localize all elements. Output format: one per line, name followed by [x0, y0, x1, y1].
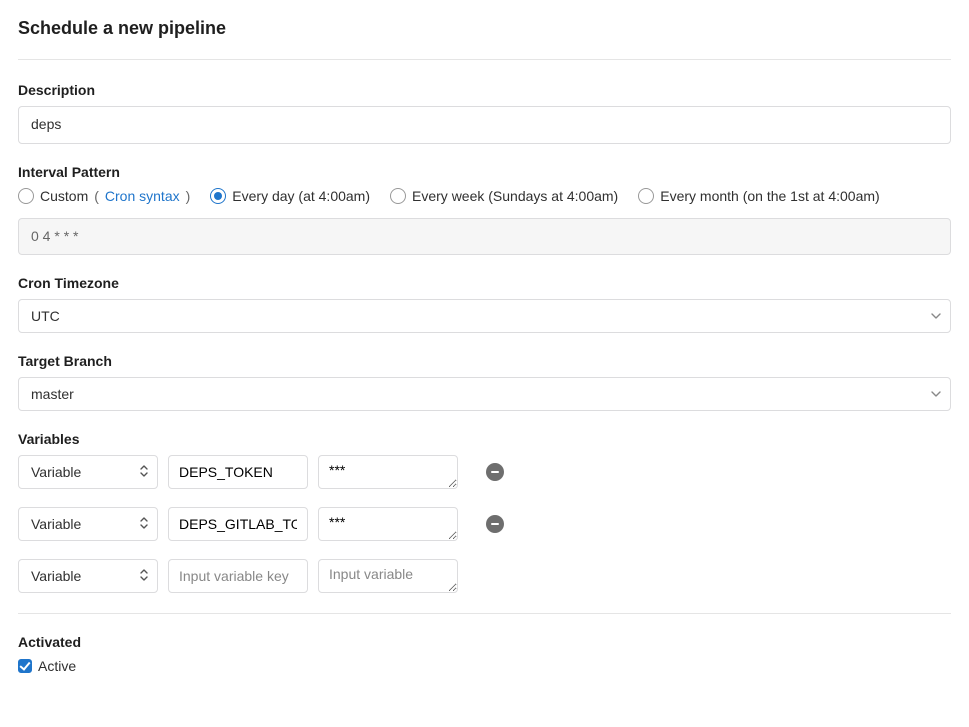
- variable-type-select[interactable]: Variable: [18, 455, 158, 489]
- target-branch-group: Target Branch master: [18, 353, 951, 411]
- interval-options: Custom ( Cron syntax ) Every day (at 4:00…: [18, 188, 951, 204]
- minus-icon: [490, 467, 500, 477]
- variable-key-input[interactable]: [168, 559, 308, 593]
- variable-value-input[interactable]: ***: [318, 455, 458, 489]
- radio-month[interactable]: [638, 188, 654, 204]
- remove-variable-button[interactable]: [486, 463, 504, 481]
- interval-month-label: Every month (on the 1st at 4:00am): [660, 188, 879, 204]
- description-group: Description: [18, 82, 951, 144]
- interval-option-week[interactable]: Every week (Sundays at 4:00am): [390, 188, 618, 204]
- interval-custom-label: Custom: [40, 188, 88, 204]
- paren-close: ): [186, 188, 191, 204]
- timezone-group: Cron Timezone UTC: [18, 275, 951, 333]
- target-branch-label: Target Branch: [18, 353, 951, 369]
- variable-row: Variable ***: [18, 507, 951, 541]
- remove-variable-button[interactable]: [486, 515, 504, 533]
- variable-row: Variable: [18, 559, 951, 593]
- radio-custom[interactable]: [18, 188, 34, 204]
- target-branch-select[interactable]: master: [18, 377, 951, 411]
- page-title: Schedule a new pipeline: [18, 18, 951, 39]
- variable-type-select[interactable]: Variable: [18, 559, 158, 593]
- active-checkbox-row[interactable]: Active: [18, 658, 76, 674]
- active-checkbox[interactable]: [18, 659, 32, 673]
- timezone-select[interactable]: UTC: [18, 299, 951, 333]
- active-checkbox-label: Active: [38, 658, 76, 674]
- activated-group: Activated Active: [18, 634, 951, 676]
- variable-value-input[interactable]: ***: [318, 507, 458, 541]
- radio-week[interactable]: [390, 188, 406, 204]
- interval-option-custom[interactable]: Custom ( Cron syntax ): [18, 188, 190, 204]
- variable-type-select[interactable]: Variable: [18, 507, 158, 541]
- minus-icon: [490, 519, 500, 529]
- variables-group: Variables Variable *** Variable ***: [18, 431, 951, 593]
- interval-group: Interval Pattern Custom ( Cron syntax ) E…: [18, 164, 951, 256]
- description-label: Description: [18, 82, 951, 98]
- variable-key-input[interactable]: [168, 455, 308, 489]
- interval-option-month[interactable]: Every month (on the 1st at 4:00am): [638, 188, 879, 204]
- divider: [18, 59, 951, 60]
- divider: [18, 613, 951, 614]
- paren-open: (: [94, 188, 99, 204]
- interval-day-label: Every day (at 4:00am): [232, 188, 370, 204]
- interval-label: Interval Pattern: [18, 164, 951, 180]
- activated-label: Activated: [18, 634, 951, 650]
- interval-option-day[interactable]: Every day (at 4:00am): [210, 188, 370, 204]
- timezone-label: Cron Timezone: [18, 275, 951, 291]
- cron-syntax-link[interactable]: Cron syntax: [105, 188, 180, 204]
- description-input[interactable]: [18, 106, 951, 144]
- variable-value-input[interactable]: [318, 559, 458, 593]
- cron-expression-input[interactable]: [18, 218, 951, 256]
- interval-week-label: Every week (Sundays at 4:00am): [412, 188, 618, 204]
- variables-label: Variables: [18, 431, 951, 447]
- variable-row: Variable ***: [18, 455, 951, 489]
- radio-day[interactable]: [210, 188, 226, 204]
- variable-key-input[interactable]: [168, 507, 308, 541]
